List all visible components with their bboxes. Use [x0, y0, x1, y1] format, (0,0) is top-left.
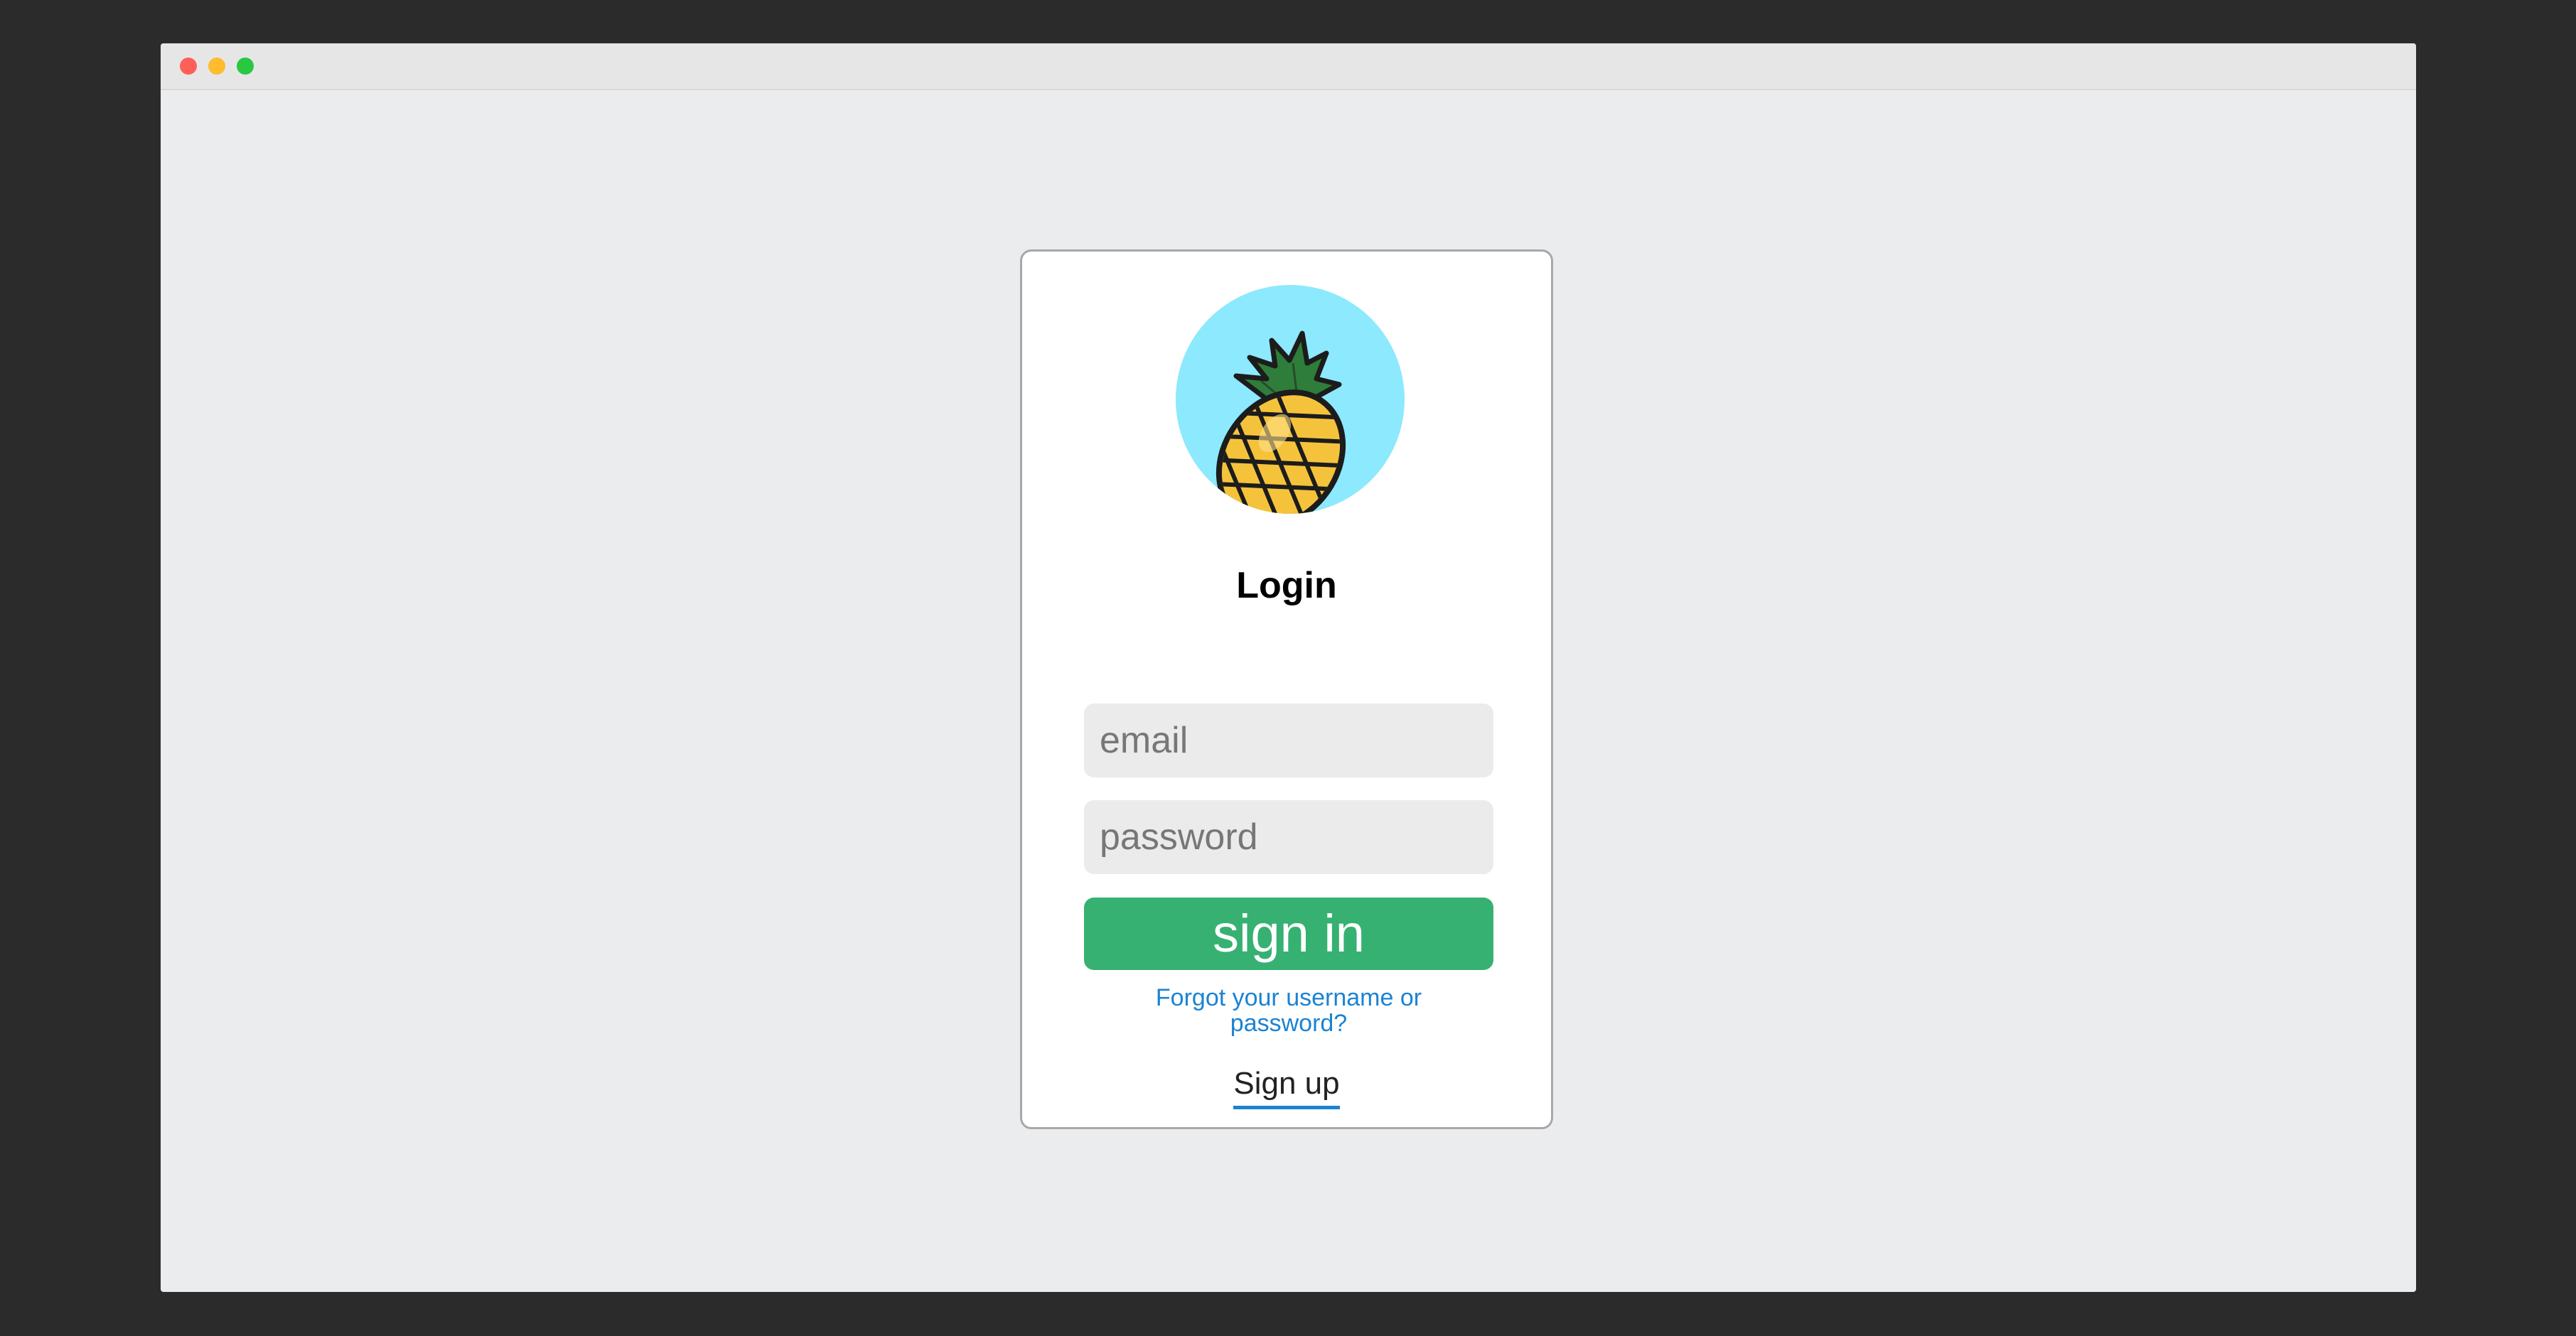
window-titlebar [161, 43, 2416, 90]
signup-container: Sign up [1022, 1066, 1551, 1109]
pineapple-icon [1176, 285, 1405, 514]
sign-in-button[interactable]: sign in [1084, 898, 1493, 970]
login-card: Login sign in Forgot your username or pa… [1020, 249, 1553, 1129]
password-input[interactable] [1084, 800, 1493, 874]
minimize-window-button[interactable] [208, 58, 225, 75]
close-window-button[interactable] [180, 58, 197, 75]
login-title: Login [1236, 565, 1337, 606]
maximize-window-button[interactable] [237, 58, 254, 75]
forgot-credentials-link[interactable]: Forgot your username or password? [1107, 985, 1470, 1036]
sign-up-link[interactable]: Sign up [1233, 1066, 1340, 1109]
browser-window: Login sign in Forgot your username or pa… [161, 43, 2416, 1292]
email-input[interactable] [1084, 704, 1493, 777]
